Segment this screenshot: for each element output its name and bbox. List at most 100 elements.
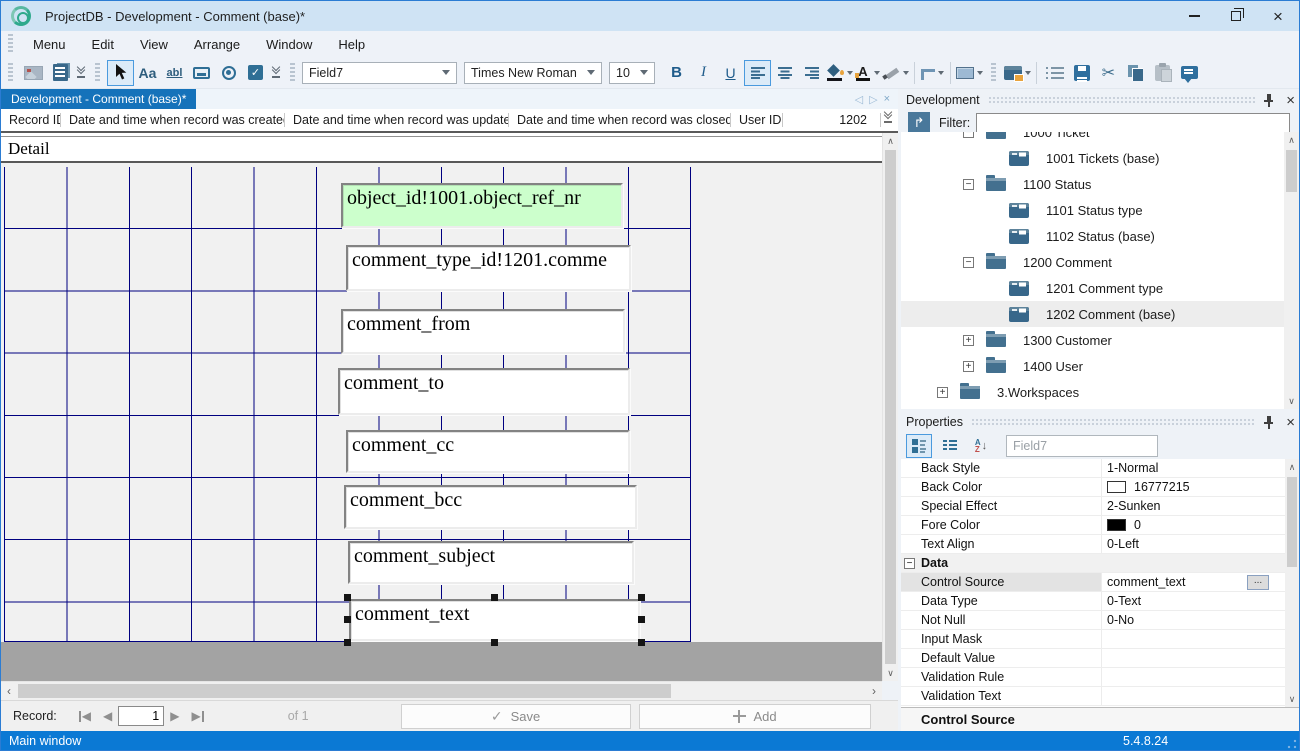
categorized-view-button[interactable] [906, 434, 932, 458]
selection-handle[interactable] [638, 639, 645, 646]
property-value[interactable]: 0-Left [1101, 535, 1285, 553]
pin-icon[interactable] [1263, 416, 1274, 429]
highlight-pen-button[interactable] [881, 60, 910, 86]
align-center-button[interactable] [771, 60, 798, 86]
scrollbar-thumb[interactable] [18, 684, 671, 698]
tab-development-comment-base[interactable]: Development - Comment (base)* [1, 89, 196, 109]
next-record-button[interactable]: ▶ [170, 709, 179, 723]
property-section-data[interactable]: −Data [901, 554, 1285, 573]
font-size-combobox[interactable]: 10 [609, 62, 655, 84]
property-label[interactable]: Data Type [901, 592, 1101, 610]
property-row-validation-rule[interactable]: Validation Rule [901, 668, 1285, 687]
form-field-comment-subject[interactable]: comment_subject [348, 541, 634, 584]
tree-item-1001-tickets-base[interactable]: 1001 Tickets (base) [901, 145, 1299, 171]
scrollbar-thumb[interactable] [1286, 150, 1297, 192]
minimize-button[interactable] [1173, 1, 1215, 31]
save-record-button[interactable]: ✓ Save [401, 704, 631, 729]
scroll-left-icon[interactable]: ‹ [1, 682, 17, 700]
property-row-back-color[interactable]: Back Color16777215 [901, 478, 1285, 497]
label-tool-button[interactable]: Aa [134, 60, 161, 86]
toolbar-grip[interactable] [8, 63, 13, 83]
tree-expander-icon[interactable]: − [963, 257, 974, 268]
tree-item-label[interactable]: 1201 Comment type [1046, 281, 1163, 296]
property-value[interactable]: 0 [1101, 516, 1285, 534]
detail-section-bar[interactable]: Detail [1, 136, 882, 163]
form-field-comment-to[interactable]: comment_to [338, 368, 630, 415]
property-row-control-source[interactable]: Control Sourcecomment_text... [901, 573, 1285, 592]
close-button[interactable]: × [1257, 1, 1299, 31]
scroll-up-icon[interactable]: ∧ [1285, 459, 1299, 475]
property-value[interactable] [1101, 687, 1285, 705]
tree-item-1200-comment[interactable]: −1200 Comment [901, 249, 1299, 275]
property-label[interactable]: Input Mask [901, 630, 1101, 648]
development-panel-header[interactable]: Development × [901, 89, 1299, 111]
tree-item-1101-status-type[interactable]: 1101 Status type [901, 197, 1299, 223]
tree-item-1202-comment-base[interactable]: 1202 Comment (base) [901, 301, 1299, 327]
selection-handle[interactable] [344, 639, 351, 646]
cut-button[interactable]: ✂ [1095, 60, 1122, 86]
tree-item-label[interactable]: 1000 Ticket [1023, 132, 1090, 140]
property-value[interactable] [1101, 630, 1285, 648]
toolbar-overflow-button[interactable] [77, 67, 85, 78]
column-header-user-id[interactable]: User ID [731, 109, 783, 131]
border-style-button[interactable] [919, 60, 946, 86]
select-tool-button[interactable] [107, 60, 134, 86]
tree-item-label[interactable]: 1300 Customer [1023, 333, 1112, 348]
add-record-button[interactable]: Add [639, 704, 871, 729]
property-label[interactable]: Control Source [901, 573, 1101, 591]
property-label[interactable]: Back Style [901, 459, 1101, 477]
copy-button[interactable] [1122, 60, 1149, 86]
form-field-object-id[interactable]: object_id!1001.object_ref_nr [341, 183, 623, 228]
scroll-up-icon[interactable]: ∧ [1284, 132, 1299, 148]
tree-expander-icon[interactable]: + [963, 361, 974, 372]
property-row-special-effect[interactable]: Special Effect2-Sunken [901, 497, 1285, 516]
properties-object-combobox[interactable]: Field7 [1006, 435, 1158, 457]
pin-icon[interactable] [1263, 94, 1274, 107]
tree-expander-icon[interactable]: − [963, 132, 974, 138]
tree-item-1400-user[interactable]: +1400 User [901, 353, 1299, 379]
property-label[interactable]: Special Effect [901, 497, 1101, 515]
tree-item-label[interactable]: 1400 User [1023, 359, 1083, 374]
maximize-button[interactable] [1215, 1, 1257, 31]
checkbox-tool-button[interactable]: ✓ [242, 60, 269, 86]
property-label[interactable]: Validation Rule [901, 668, 1101, 686]
scroll-down-icon[interactable]: ∨ [1284, 393, 1299, 409]
menu-arrange[interactable]: Arrange [181, 31, 253, 57]
property-value[interactable]: 0-Text [1101, 592, 1285, 610]
toolbar-grip[interactable] [95, 63, 100, 83]
list-view-button[interactable] [937, 434, 963, 458]
fill-color-button[interactable] [825, 60, 854, 86]
scrollbar-thumb[interactable] [885, 150, 896, 664]
align-right-button[interactable] [798, 60, 825, 86]
tree-item-label[interactable]: 3.Workspaces [997, 385, 1079, 400]
property-value[interactable]: 0-No [1101, 611, 1285, 629]
tab-scroll-left-icon[interactable]: ◁ [855, 93, 863, 106]
property-label[interactable]: Default Value [901, 649, 1101, 667]
property-row-fore-color[interactable]: Fore Color0 [901, 516, 1285, 535]
properties-panel-header[interactable]: Properties × [901, 411, 1299, 433]
previous-record-button[interactable]: ◀ [103, 709, 112, 723]
sort-alphabetical-button[interactable]: AZ↓ [968, 434, 994, 458]
selection-handle[interactable] [638, 616, 645, 623]
panel-close-icon[interactable]: × [1286, 415, 1295, 430]
form-field-comment-from[interactable]: comment_from [341, 309, 625, 354]
scroll-up-icon[interactable]: ∧ [883, 133, 898, 149]
property-value[interactable] [1101, 668, 1285, 686]
textbox-tool-button[interactable]: abl [161, 60, 188, 86]
first-record-button[interactable]: ◀ [79, 709, 91, 723]
report-tool-button[interactable] [47, 60, 74, 86]
toolbar-grip[interactable] [8, 34, 13, 54]
menu-window[interactable]: Window [253, 31, 325, 57]
scroll-right-icon[interactable]: › [866, 682, 882, 700]
property-row-default-value[interactable]: Default Value [901, 649, 1285, 668]
canvas-horizontal-scrollbar[interactable]: ‹ › [1, 681, 882, 700]
property-value[interactable]: 16777215 [1101, 478, 1285, 496]
image-tool-button[interactable] [20, 60, 47, 86]
font-name-combobox[interactable]: Times New Roman [464, 62, 602, 84]
underline-button[interactable]: U [717, 60, 744, 86]
scroll-down-icon[interactable]: ∨ [883, 665, 898, 681]
selection-handle[interactable] [638, 594, 645, 601]
toolbar-grip[interactable] [290, 63, 295, 83]
column-header-date-and-time-when-record-was-closed[interactable]: Date and time when record was closed [509, 109, 731, 131]
tree-item-1300-customer[interactable]: +1300 Customer [901, 327, 1299, 353]
